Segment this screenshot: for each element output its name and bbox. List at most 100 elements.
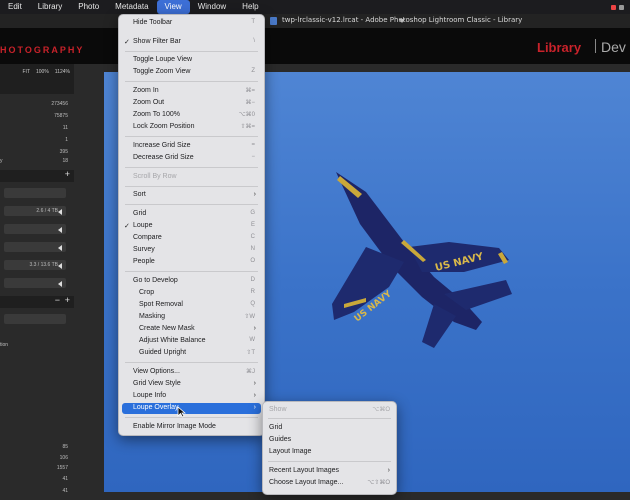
menu-item-spot-removal[interactable]: Spot Removal Q [119, 300, 264, 311]
catalog-count: 273456 [51, 101, 68, 107]
status-icon[interactable] [619, 4, 624, 10]
catalog-count: 18 [62, 158, 68, 164]
menu-item-loupe[interactable]: ✓ Loupe E [119, 221, 264, 232]
menu-item-loupe-overlay[interactable]: Loupe Overlay › [122, 403, 261, 414]
menu-item-toggle-zoom-view[interactable]: Toggle Zoom View Z [119, 67, 264, 78]
menu-item-decrease-grid-size[interactable]: Decrease Grid Size − [119, 153, 264, 164]
collections-header[interactable]: − + [0, 295, 74, 308]
menu-item-enable-mirror-image-mode[interactable]: Enable Mirror Image Mode [119, 422, 264, 433]
menu-separator [125, 51, 258, 52]
catalog-count: 1 [65, 137, 68, 143]
disclosure-triangle-icon[interactable] [58, 263, 62, 269]
navigator-zoom-options: FIT 100% 1124% [23, 69, 71, 75]
menu-item-increase-grid-size[interactable]: Increase Grid Size = [119, 141, 264, 152]
catalog-count: 75875 [54, 113, 68, 119]
menu-item-sort[interactable]: Sort › [119, 190, 264, 201]
collection-count: 1557 [56, 465, 68, 471]
view-menu: Hide Toolbar T ✓ Show Filter Bar \ Toggle … [118, 14, 265, 436]
volume-row[interactable]: 3.3 / 13.6 TB [4, 260, 66, 270]
volume-row[interactable]: 2.6 / 4 TB [4, 206, 66, 216]
status-icons [611, 4, 630, 10]
add-folder-icon[interactable]: + [65, 169, 70, 179]
disclosure-triangle-icon[interactable] [58, 245, 62, 251]
menu-item-lock-zoom-position[interactable]: Lock Zoom Position ⇧⌘= [119, 122, 264, 133]
menu-metadata[interactable]: Metadata [107, 0, 156, 14]
catalog-count: 11 [62, 125, 68, 131]
submenu-item-choose-layout-image[interactable]: Choose Layout Image... ⌥⇧⌘O [263, 478, 396, 489]
add-collection-icon[interactable]: + [65, 295, 70, 305]
zoom-custom[interactable]: 1124% [55, 69, 70, 75]
menu-item-create-new-mask[interactable]: Create New Mask › [119, 324, 264, 335]
module-library[interactable]: Library [537, 40, 581, 55]
menu-library[interactable]: Library [30, 0, 70, 14]
menu-separator [125, 167, 258, 168]
chevron-down-icon[interactable] [399, 19, 405, 23]
menu-item-view-options[interactable]: View Options... ⌘J [119, 367, 264, 378]
window-title-bar: twp-lrclassic-v12.lrcat - Adobe Photosho… [0, 14, 630, 28]
zoom-fit[interactable]: FIT [23, 69, 31, 75]
chevron-right-icon: › [253, 325, 256, 332]
submenu-item-guides[interactable]: Guides [263, 435, 396, 446]
menu-item-zoom-to-100[interactable]: Zoom To 100% ⌥⌘0 [119, 110, 264, 121]
loupe-overlay-submenu: Show ⌥⌘O Grid Guides Layout Image Recent … [262, 401, 397, 495]
menu-view[interactable]: View [156, 0, 190, 14]
menu-item-grid-view-style[interactable]: Grid View Style › [119, 379, 264, 390]
menu-item-show-filter-bar[interactable]: ✓ Show Filter Bar \ [119, 37, 264, 48]
menu-item-survey[interactable]: Survey N [119, 245, 264, 256]
menu-separator [125, 271, 258, 272]
collection-count: 41 [62, 476, 68, 482]
menu-item-loupe-info[interactable]: Loupe Info › [119, 391, 264, 402]
chevron-right-icon: › [253, 380, 256, 387]
menu-separator [125, 204, 258, 205]
menu-item-toggle-loupe-view[interactable]: Toggle Loupe View [119, 55, 264, 66]
menu-item-hide-toolbar[interactable]: Hide Toolbar T [119, 18, 264, 29]
folders-header[interactable]: + [0, 169, 74, 182]
volume-capacity: 3.3 / 13.6 TB [29, 262, 58, 268]
folder-row[interactable] [4, 224, 66, 234]
menu-item-people[interactable]: People O [119, 257, 264, 268]
collection-filter[interactable] [4, 314, 66, 324]
menu-item-compare[interactable]: Compare C [119, 233, 264, 244]
chevron-right-icon: › [253, 191, 256, 198]
menu-item-adjust-white-balance[interactable]: Adjust White Balance W [119, 336, 264, 347]
navigator-header: FIT 100% 1124% [0, 64, 74, 82]
disclosure-triangle-icon[interactable] [58, 227, 62, 233]
zoom-100[interactable]: 100% [36, 69, 49, 75]
menu-item-crop[interactable]: Crop R [119, 288, 264, 299]
folder-filter[interactable] [4, 188, 66, 198]
menu-item-zoom-in[interactable]: Zoom In ⌘= [119, 86, 264, 97]
menu-item-zoom-out[interactable]: Zoom Out ⌘− [119, 98, 264, 109]
menu-bar: Edit Library Photo Metadata View Window … [0, 0, 630, 14]
folder-row[interactable] [4, 278, 66, 288]
collection-count: 106 [59, 455, 68, 461]
submenu-item-show: Show ⌥⌘O [269, 406, 390, 413]
catalog-header[interactable] [0, 82, 74, 94]
volume-capacity: 2.6 / 4 TB [36, 208, 58, 214]
disclosure-triangle-icon[interactable] [58, 281, 62, 287]
menu-help[interactable]: Help [234, 0, 266, 14]
submenu-item-grid[interactable]: Grid [263, 423, 396, 434]
menu-separator [125, 81, 258, 82]
chevron-right-icon: › [387, 467, 390, 474]
catalog-count: 395 [59, 149, 68, 155]
identity-plate-bar: HOTOGRAPHY Library Dev [0, 28, 630, 64]
submenu-item-layout-image[interactable]: Layout Image [263, 447, 396, 458]
mouse-cursor-icon [177, 406, 186, 418]
menu-window[interactable]: Window [190, 0, 234, 14]
module-develop[interactable]: Dev [601, 39, 626, 55]
menu-item-grid[interactable]: Grid G [119, 209, 264, 220]
menu-separator [125, 417, 258, 418]
status-icon[interactable] [611, 4, 616, 10]
disclosure-triangle-icon[interactable] [58, 209, 62, 215]
menu-item-masking[interactable]: Masking ⇧W [119, 312, 264, 323]
module-divider [595, 39, 596, 53]
folder-row[interactable] [4, 242, 66, 252]
menu-separator [125, 362, 258, 363]
menu-edit[interactable]: Edit [0, 0, 30, 14]
menu-item-go-to-develop[interactable]: Go to Develop D [119, 276, 264, 287]
document-icon [270, 17, 277, 25]
menu-photo[interactable]: Photo [70, 0, 107, 14]
menu-item-guided-upright[interactable]: Guided Upright ⇧T [119, 348, 264, 359]
collapse-icon[interactable]: − [55, 295, 60, 305]
submenu-item-recent-layout-images[interactable]: Recent Layout Images › [263, 466, 396, 477]
